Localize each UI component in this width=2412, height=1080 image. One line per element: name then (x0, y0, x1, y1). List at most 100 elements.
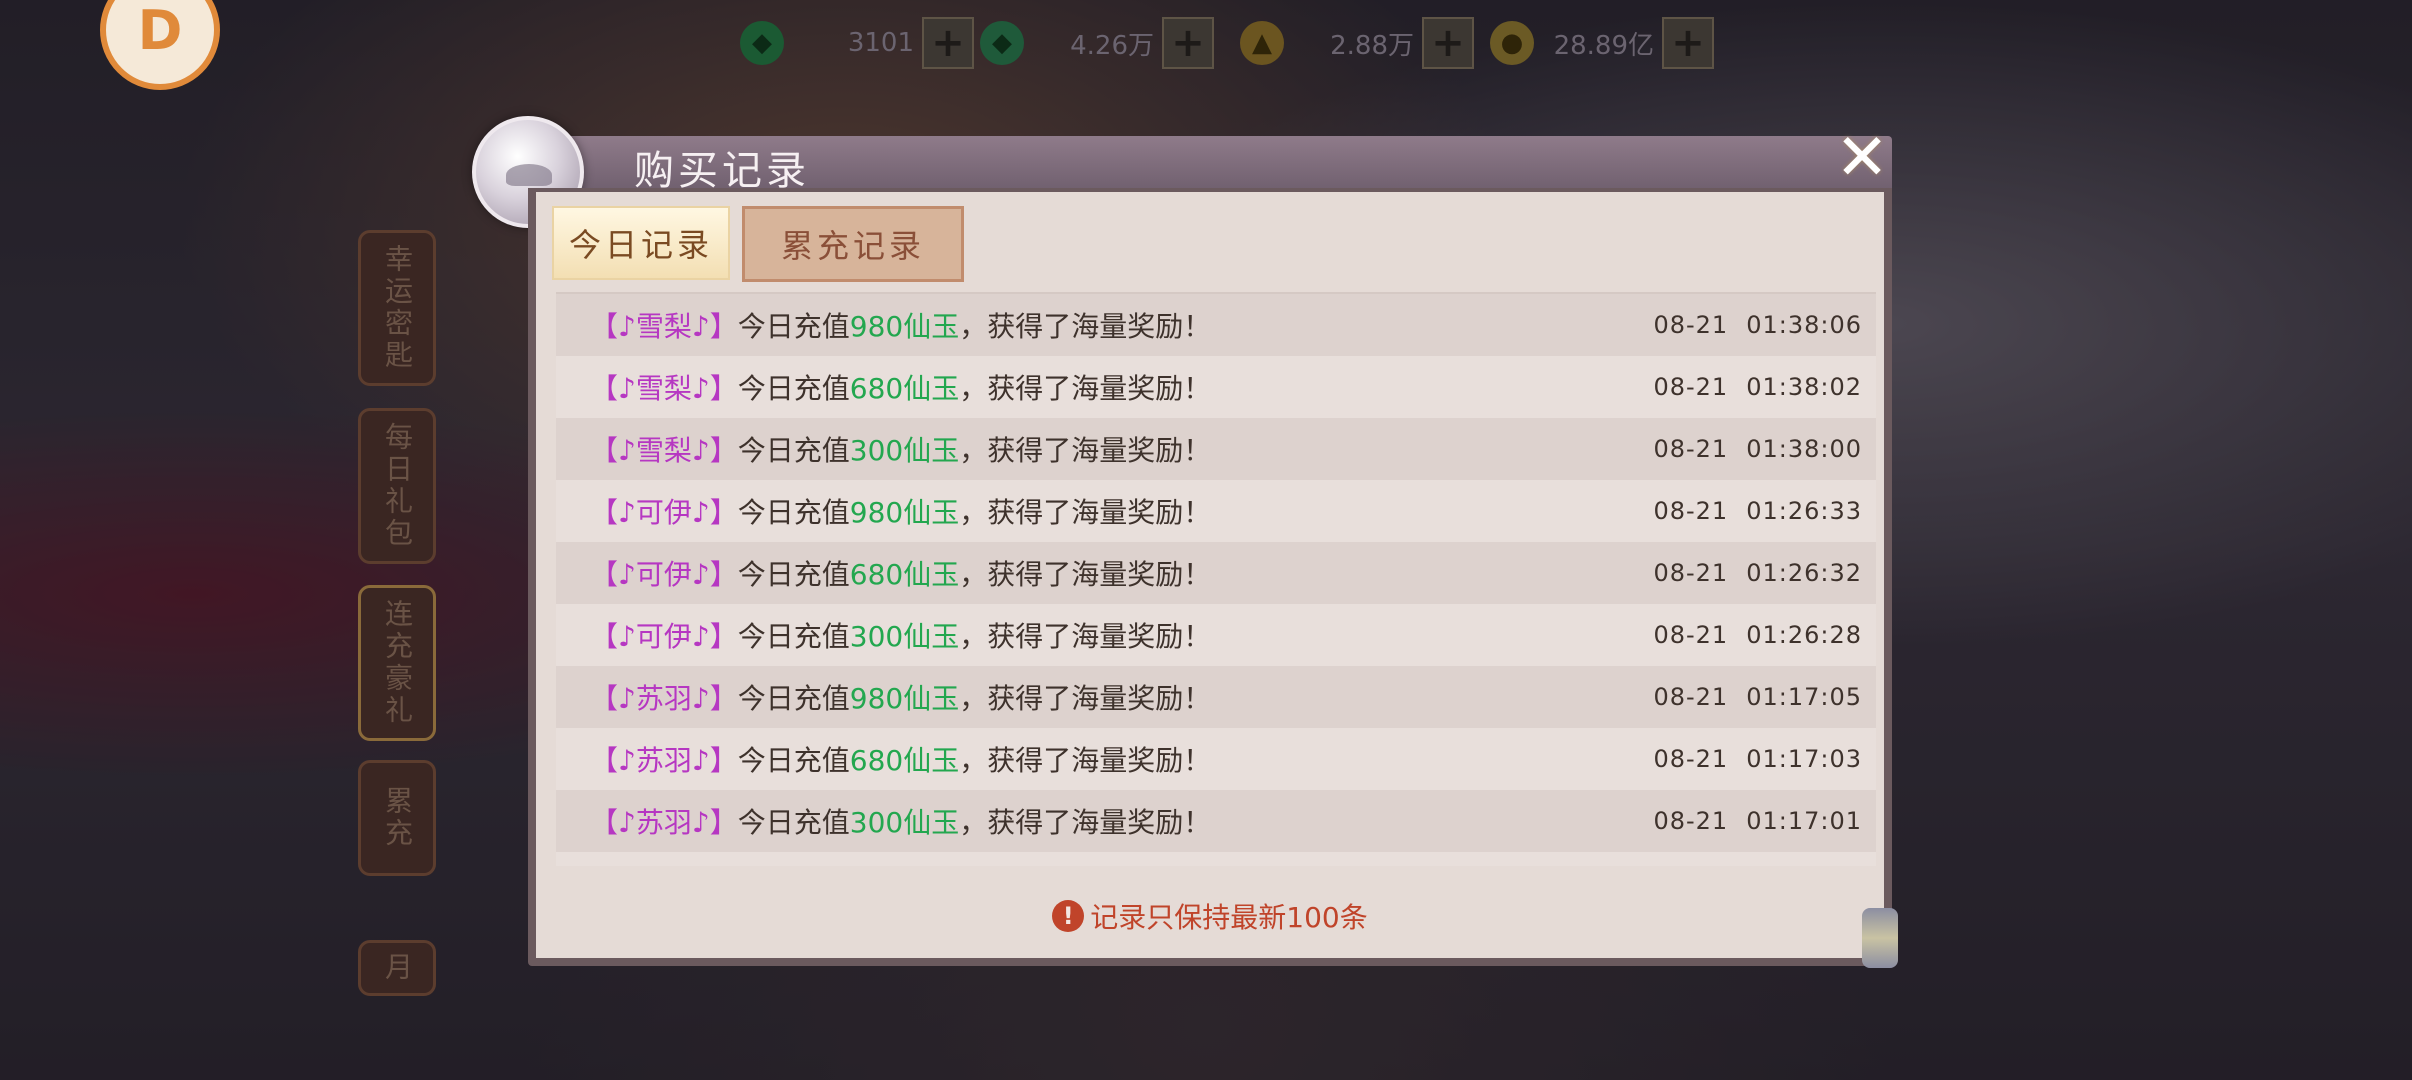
side-tab-daily-gift[interactable]: 每日礼包 (358, 408, 436, 564)
record-suffix-text: ，获得了海量奖励！ (959, 806, 1212, 839)
dialog-body: 今日记录 累充记录 【♪雪梨♪】 今日充值 980仙玉 ，获得了海量奖励！ 08-21 0… (536, 192, 1898, 968)
record-date: 08-21 (1653, 745, 1729, 773)
resource-gold-ingot: ▲ 2.88万 + (1240, 17, 1474, 69)
add-jade-bag-button[interactable]: + (1162, 17, 1214, 69)
lantern-icon (1862, 908, 1898, 968)
record-prefix-text: 今日充值 (737, 558, 850, 591)
record-prefix-text: 今日充值 (737, 372, 850, 405)
resource-jade: ◆ 3101 + (740, 17, 974, 69)
record-time: 01:26:28 (1746, 621, 1862, 649)
record-timestamp: 08-21 01:38:02 (1653, 373, 1862, 401)
resource-bar: ◆ 3101 + ◆ 4.26万 + ▲ 2.88万 + ● 28.89亿 + (720, 8, 1780, 80)
side-tab-monthly[interactable]: 月 (358, 940, 436, 996)
record-suffix-text: ，获得了海量奖励！ (959, 310, 1212, 343)
tab-cumulative-records[interactable]: 累充记录 (742, 206, 964, 282)
record-date: 08-21 (1653, 807, 1729, 835)
record-player-name: 【♪苏羽♪】 (590, 744, 738, 777)
record-amount: 680仙玉 (849, 558, 960, 591)
dialog-header: 购买记录 ✕ (472, 116, 1892, 228)
footer-note-text: 记录只保持最新100条 (1090, 901, 1368, 934)
list-item: 【♪可伊♪】 今日充值 680仙玉 ，获得了海量奖励！ 08-21 01:26:32 (556, 542, 1876, 604)
footer-note: ! 记录只保持最新100条 (536, 896, 1884, 936)
list-item: 【♪苏羽♪】 今日充值 300仙玉 ，获得了海量奖励！ 08-21 01:17:01 (556, 790, 1876, 852)
record-timestamp: 08-21 01:26:32 (1653, 559, 1862, 587)
resource-jade-bag-value: 4.26万 (1070, 30, 1154, 61)
list-item: 【♪雪梨♪】 今日充值 980仙玉 ，获得了海量奖励！ 08-21 01:38:06 (556, 294, 1876, 356)
add-gold-ingot-button[interactable]: + (1422, 17, 1474, 69)
record-time: 01:17:01 (1746, 807, 1862, 835)
record-player-name: 【♪雪梨♪】 (590, 310, 738, 343)
record-player-name: 【♪雪梨♪】 (590, 434, 738, 467)
record-timestamp: 08-21 01:17:03 (1653, 745, 1862, 773)
jade-icon: ◆ (740, 21, 784, 65)
record-player-name: 【♪诗仙♪】 (590, 863, 738, 866)
resource-jade-value: 3101 (847, 28, 914, 58)
record-time: 01:17:05 (1746, 683, 1862, 711)
record-suffix-text: ，获得了海量奖励！ (959, 558, 1212, 591)
record-time: 01:38:02 (1746, 373, 1862, 401)
record-amount: 980仙玉 (850, 863, 959, 866)
record-amount: 300仙玉 (849, 434, 960, 467)
record-amount: 980仙玉 (849, 682, 960, 715)
record-timestamp: 08-21 01:38:00 (1653, 435, 1862, 463)
resource-copper-coin: ● 28.89亿 + (1490, 17, 1714, 69)
record-timestamp: 08-21 01:17:05 (1653, 683, 1862, 711)
record-suffix-text: ，获得了海量奖励！ (959, 863, 1211, 866)
record-prefix-text: 今日充值 (737, 682, 850, 715)
record-tabs: 今日记录 累充记录 (552, 206, 976, 282)
side-tab-cumulative[interactable]: 累充 (358, 760, 436, 876)
purchase-record-dialog: 购买记录 ✕ 今日记录 累充记录 【♪雪梨♪】 今日充值 980仙玉 ，获得了海量奖励… (472, 116, 1898, 968)
close-button[interactable]: ✕ (1832, 126, 1892, 190)
record-amount: 980仙玉 (849, 496, 960, 529)
record-suffix-text: ，获得了海量奖励！ (959, 620, 1212, 653)
list-item: 【♪苏羽♪】 今日充值 980仙玉 ，获得了海量奖励！ 08-21 01:17:05 (556, 666, 1876, 728)
record-date: 08-21 (1653, 497, 1729, 525)
record-suffix-text: ，获得了海量奖励！ (959, 434, 1212, 467)
jade-bag-icon: ◆ (980, 21, 1024, 65)
record-prefix-text: 今日充值 (738, 863, 850, 866)
record-prefix-text: 今日充值 (737, 434, 850, 467)
dialog-frame: 今日记录 累充记录 【♪雪梨♪】 今日充值 980仙玉 ，获得了海量奖励！ 08-21 0… (528, 188, 1898, 968)
side-tab-recharge-gift[interactable]: 连充豪礼 (358, 585, 436, 741)
gold-ingot-icon: ▲ (1240, 21, 1284, 65)
record-prefix-text: 今日充值 (737, 806, 850, 839)
record-date: 08-21 (1653, 559, 1729, 587)
record-amount: 300仙玉 (849, 806, 960, 839)
record-time: 01:38:06 (1746, 311, 1862, 339)
list-item: 【♪苏羽♪】 今日充值 680仙玉 ，获得了海量奖励！ 08-21 01:17:03 (556, 728, 1876, 790)
record-player-name: 【♪可伊♪】 (590, 558, 738, 591)
record-date: 08-21 (1653, 373, 1729, 401)
record-timestamp: 08-21 01:17:01 (1653, 807, 1862, 835)
record-date: 08-21 (1653, 435, 1729, 463)
resource-copper-coin-value: 28.89亿 (1553, 30, 1654, 61)
record-time: 01:17:03 (1746, 745, 1862, 773)
warning-icon: ! (1052, 900, 1085, 932)
resource-jade-bag: ◆ 4.26万 + (980, 17, 1214, 69)
record-suffix-text: ，获得了海量奖励！ (959, 744, 1212, 777)
list-item: 【♪可伊♪】 今日充值 300仙玉 ，获得了海量奖励！ 08-21 01:26:28 (556, 604, 1876, 666)
record-timestamp: 08-21 01:26:33 (1653, 497, 1862, 525)
tab-today-records[interactable]: 今日记录 (552, 206, 730, 280)
list-item: 【♪雪梨♪】 今日充值 300仙玉 ，获得了海量奖励！ 08-21 01:38:00 (556, 418, 1876, 480)
record-date: 08-21 (1653, 621, 1729, 649)
record-amount: 980仙玉 (849, 310, 960, 343)
record-date: 08-21 (1653, 683, 1729, 711)
add-jade-button[interactable]: + (922, 17, 974, 69)
record-date: 08-21 (1653, 311, 1729, 339)
record-player-name: 【♪可伊♪】 (590, 620, 738, 653)
record-player-name: 【♪可伊♪】 (590, 496, 738, 529)
record-list[interactable]: 【♪雪梨♪】 今日充值 980仙玉 ，获得了海量奖励！ 08-21 01:38:06 【♪雪… (556, 292, 1876, 866)
record-amount: 680仙玉 (849, 372, 960, 405)
record-prefix-text: 今日充值 (737, 310, 850, 343)
record-timestamp: 08-21 01:38:06 (1653, 311, 1862, 339)
side-tab-lucky-key[interactable]: 幸运密匙 (358, 230, 436, 386)
record-amount: 680仙玉 (849, 744, 960, 777)
record-time: 01:38:00 (1746, 435, 1862, 463)
list-item: 【♪可伊♪】 今日充值 980仙玉 ，获得了海量奖励！ 08-21 01:26:33 (556, 480, 1876, 542)
add-copper-coin-button[interactable]: + (1662, 17, 1714, 69)
record-prefix-text: 今日充值 (737, 620, 850, 653)
record-timestamp: 08-21 01:26:28 (1653, 621, 1862, 649)
list-item: 【♪诗仙♪】今日充值980仙玉，获得了海量奖励！08-2101:03:42 (556, 852, 1876, 866)
record-time: 01:26:33 (1746, 497, 1862, 525)
record-player-name: 【♪苏羽♪】 (590, 806, 738, 839)
